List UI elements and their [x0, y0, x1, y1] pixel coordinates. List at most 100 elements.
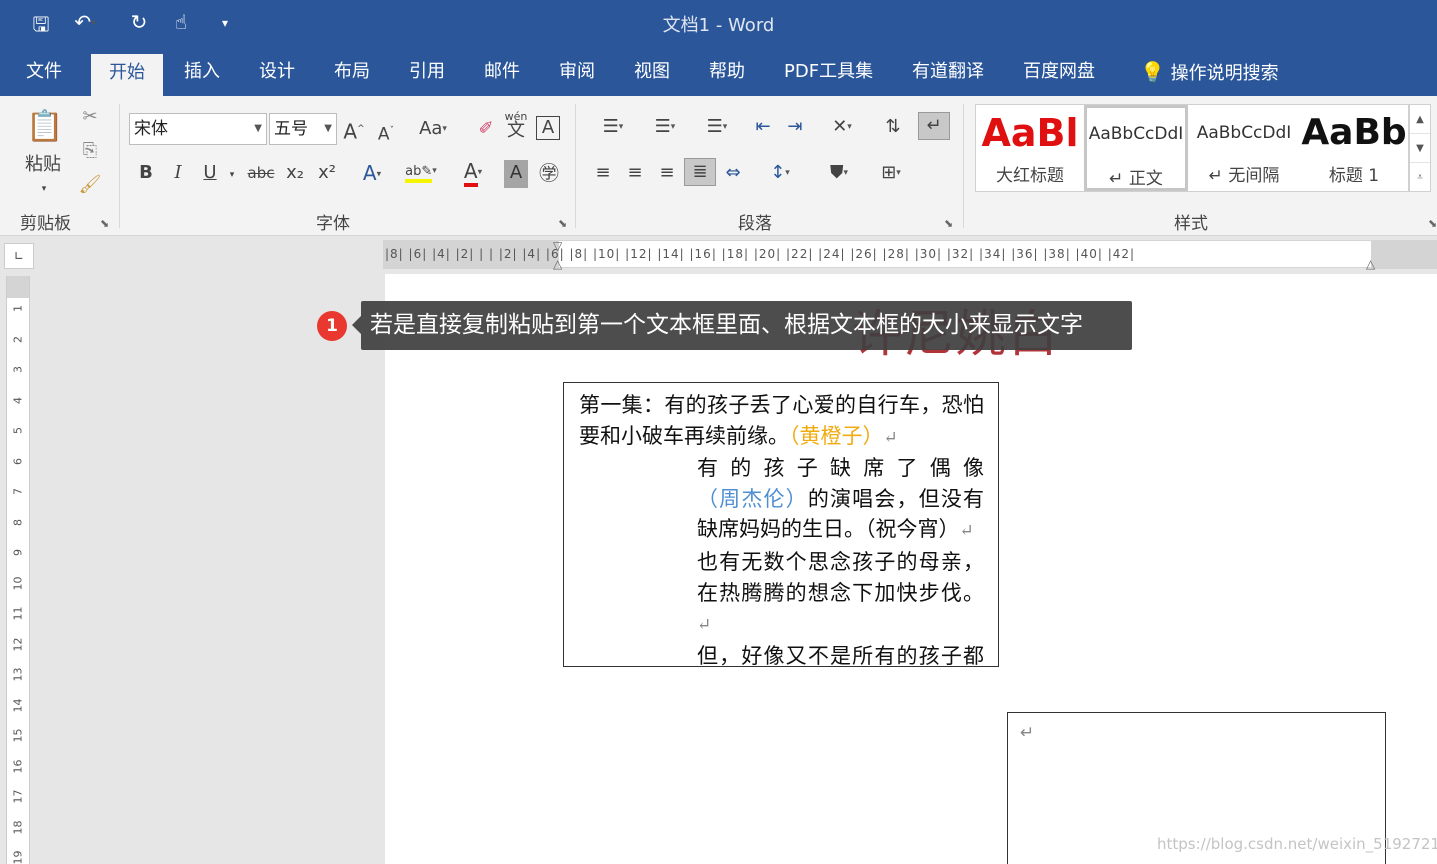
paragraph-text: 但，好像又不是所有的孩子都那么幸运，在永远都做不完的作业面	[697, 643, 984, 667]
distributed-icon[interactable]: ⇔	[720, 160, 746, 188]
style-heading-red[interactable]: AaBl 大红标题	[978, 105, 1082, 191]
tab-selector[interactable]: ∟	[4, 243, 34, 269]
tab-baidu-netdisk[interactable]: 百度网盘	[1005, 48, 1113, 96]
align-center-icon[interactable]: ≡	[622, 160, 648, 188]
hanging-indent-icon[interactable]: △	[553, 257, 562, 271]
ruler-label: 2	[11, 335, 25, 343]
shrink-font-icon[interactable]: Aˇ	[374, 118, 398, 146]
styles-launcher-icon[interactable]: ⬊	[1428, 217, 1437, 230]
bold-button[interactable]: B	[134, 160, 158, 188]
subscript-button[interactable]: x₂	[282, 160, 308, 188]
font-launcher-icon[interactable]: ⬊	[558, 217, 567, 230]
show-hide-marks-icon[interactable]: ↵	[918, 112, 950, 140]
format-painter-icon[interactable]: 🖌	[76, 172, 104, 200]
character-border-icon[interactable]: A	[536, 116, 560, 140]
chevron-up-icon[interactable]: ▲	[1410, 105, 1430, 134]
character-shading-icon[interactable]: A	[504, 160, 528, 188]
tab-home[interactable]: 开始	[91, 54, 163, 96]
style-normal[interactable]: AaBbCcDdI ↵ 正文	[1084, 105, 1188, 191]
clear-formatting-icon[interactable]: ✐	[474, 116, 498, 144]
decrease-indent-icon[interactable]: ⇤	[750, 114, 776, 142]
tab-references[interactable]: 引用	[391, 48, 463, 96]
ruler-label: 12	[11, 637, 25, 651]
font-color-icon[interactable]: A▾	[452, 158, 494, 187]
styles-gallery: AaBl 大红标题 AaBbCcDdI ↵ 正文 AaBbCcDdI ↵ 无间隔…	[975, 104, 1409, 192]
clipboard-launcher-icon[interactable]: ⬊	[100, 217, 109, 230]
shading-icon[interactable]: ⛊▾	[816, 160, 862, 188]
paste-icon[interactable]: 📋	[22, 106, 68, 148]
font-name-value: 宋体	[134, 119, 168, 139]
grow-font-icon[interactable]: A^	[342, 116, 366, 144]
ruler-label: 10	[11, 576, 25, 590]
chevron-down-icon[interactable]: ▼	[324, 114, 332, 144]
first-line-indent-icon[interactable]: ▽	[553, 239, 562, 253]
ruler-label: 5	[11, 427, 25, 434]
phonetic-guide-icon[interactable]: wén 文	[504, 110, 528, 146]
align-left-icon[interactable]: ≡	[590, 160, 616, 188]
cut-icon[interactable]: ✂	[76, 104, 104, 132]
tab-pdf-tools[interactable]: PDF工具集	[766, 48, 891, 96]
tell-me-label: 操作说明搜索	[1170, 63, 1279, 84]
csdn-watermark: https://blog.csdn.net/weixin_51927215	[1157, 835, 1437, 853]
paste-dropdown-icon[interactable]: ▾	[34, 176, 54, 204]
styles-gallery-scroll: ▲ ▼ ⩡	[1409, 104, 1431, 192]
strikethrough-button[interactable]: abc	[246, 160, 276, 188]
underline-dropdown-icon[interactable]: ▾	[226, 162, 238, 190]
align-right-icon[interactable]: ≡	[654, 160, 680, 188]
text-effects-icon[interactable]: A▾	[354, 160, 390, 188]
sort-icon[interactable]: ⇅	[880, 114, 906, 142]
ruler-margin-right	[1371, 241, 1437, 269]
paragraph-3: 也有无数个思念孩子的母亲，在热腾腾的想念下加快步伐。 ↵	[579, 547, 984, 641]
underline-button[interactable]: U	[198, 160, 222, 188]
paragraph-mark: ↵	[959, 521, 974, 542]
title-bar: 🖫 ↶▾ ↻ ☝ ▾ 文档1 - Word	[0, 0, 1437, 48]
tab-layout[interactable]: 布局	[316, 48, 388, 96]
style-preview: AaBbCcDdI	[1196, 123, 1292, 143]
ruler-margin-top	[7, 276, 29, 298]
ruler-ticks: |8| |6| |4| |2| | | |2| |4| |6| |8| |10|…	[385, 247, 1136, 261]
chevron-down-icon[interactable]: ▼	[254, 114, 262, 144]
ruler-label: 15	[11, 728, 25, 743]
tab-file[interactable]: 文件	[8, 48, 80, 96]
ruler-label: 1	[11, 305, 25, 312]
chevron-down-icon[interactable]: ▼	[1410, 134, 1430, 163]
right-indent-icon[interactable]: △	[1366, 257, 1375, 271]
tab-design[interactable]: 设计	[241, 48, 313, 96]
tab-mailings[interactable]: 邮件	[466, 48, 538, 96]
font-name-combo[interactable]: 宋体 ▼	[129, 113, 267, 145]
font-size-combo[interactable]: 五号 ▼	[269, 113, 337, 145]
vertical-ruler[interactable]: 1 2 3 4 5 6 7 8 9 10 11 12 13 14 15 16 17 18 19	[6, 276, 30, 864]
increase-indent-icon[interactable]: ⇥	[782, 114, 808, 142]
group-label-styles: 样式	[1174, 214, 1208, 234]
tab-help[interactable]: 帮助	[691, 48, 763, 96]
borders-icon[interactable]: ⊞▾	[868, 160, 914, 188]
numbering-icon[interactable]: ☰▾	[642, 114, 688, 142]
tab-insert[interactable]: 插入	[166, 48, 238, 96]
horizontal-ruler[interactable]: |8| |6| |4| |2| | | |2| |4| |6| |8| |10|…	[383, 239, 1437, 271]
multilevel-list-icon[interactable]: ☰▾	[694, 114, 740, 142]
superscript-button[interactable]: x²	[314, 160, 340, 188]
more-styles-icon[interactable]: ⩡	[1410, 163, 1430, 192]
ruler-label: 14	[11, 698, 25, 712]
change-case-button[interactable]: Aa▾	[412, 116, 454, 144]
ruler-label: 9	[11, 549, 25, 556]
paragraph-launcher-icon[interactable]: ⬊	[944, 217, 953, 230]
tell-me-search[interactable]: 💡 操作说明搜索	[1122, 48, 1297, 96]
credit-text: （周杰伦）	[697, 486, 808, 511]
chinese-layout-icon[interactable]: ✕▾	[820, 114, 864, 142]
copy-icon[interactable]: ⎘	[76, 138, 104, 166]
tab-view[interactable]: 视图	[616, 48, 688, 96]
tab-youdao-translate[interactable]: 有道翻译	[894, 48, 1002, 96]
justify-icon[interactable]: ≣	[684, 158, 716, 186]
phonetic-guide-char: 文	[507, 120, 525, 141]
text-box-1[interactable]: 第一集：有的孩子丢了心爱的自行车，恐怕要和小破车再续前缘。（黄橙子）↵ 有的孩子…	[563, 382, 999, 667]
italic-button[interactable]: I	[166, 160, 190, 188]
highlight-color-icon[interactable]: ab✎▾	[400, 158, 442, 186]
tab-review[interactable]: 审阅	[541, 48, 613, 96]
style-no-spacing[interactable]: AaBbCcDdI ↵ 无间隔	[1192, 105, 1296, 191]
style-heading-1[interactable]: AaBb 标题 1	[1300, 105, 1408, 191]
style-name: 大红标题	[996, 166, 1064, 186]
bullets-icon[interactable]: ☰▾	[590, 114, 636, 142]
enclose-characters-icon[interactable]: ㊫	[536, 160, 562, 188]
line-spacing-icon[interactable]: ↕▾	[758, 160, 802, 188]
